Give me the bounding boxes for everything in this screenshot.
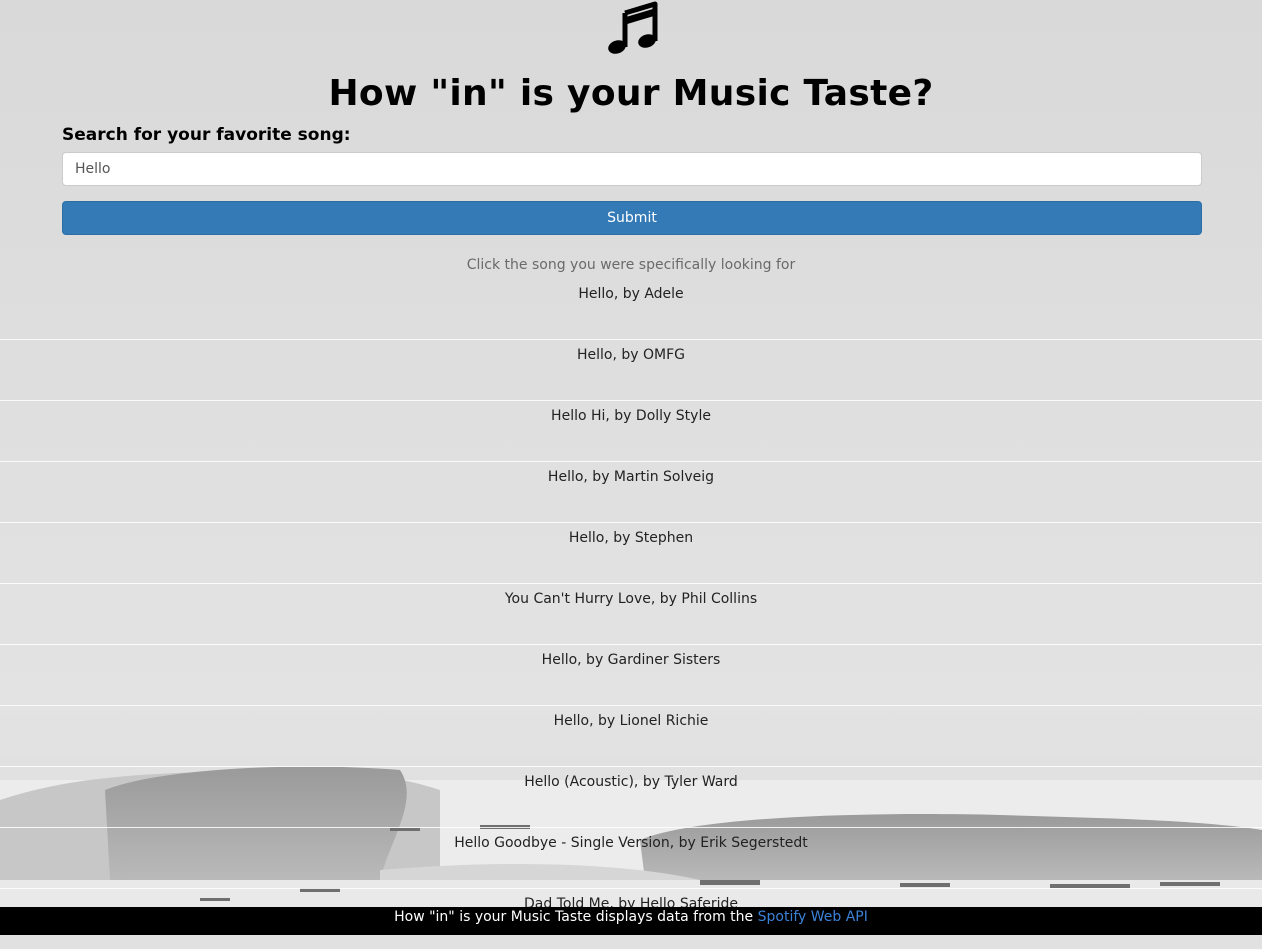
result-item-label: Hello Hi, by Dolly Style xyxy=(551,408,711,424)
result-item[interactable]: Hello (Acoustic), by Tyler Ward xyxy=(0,767,1262,828)
result-item-label: Hello, by Gardiner Sisters xyxy=(541,652,721,668)
search-input[interactable] xyxy=(62,152,1202,186)
result-item-label: Hello, by Lionel Richie xyxy=(553,713,709,729)
result-item[interactable]: Hello Goodbye - Single Version, by Erik … xyxy=(0,828,1262,889)
result-item[interactable]: Hello, by Lionel Richie xyxy=(0,706,1262,767)
result-item-label: Hello, by Adele xyxy=(578,286,684,302)
footer-text: How "in" is your Music Taste displays da… xyxy=(394,909,754,925)
results-instructions: Click the song you were specifically loo… xyxy=(466,257,796,273)
result-item-label: You Can't Hurry Love, by Phil Collins xyxy=(504,591,758,607)
result-item[interactable]: Hello, by OMFG xyxy=(0,340,1262,401)
result-item-label: Hello (Acoustic), by Tyler Ward xyxy=(524,774,738,790)
search-label: Search for your favorite song: xyxy=(62,125,351,145)
page-title: How "in" is your Music Taste? xyxy=(328,73,934,114)
main-content: How "in" is your Music Taste? Search for… xyxy=(0,0,1262,950)
result-item[interactable]: Hello, by Stephen xyxy=(0,523,1262,584)
results-list: Hello, by Adele Hello, by OMFG Hello Hi,… xyxy=(0,279,1262,950)
result-item-label: Hello, by Stephen xyxy=(568,530,694,546)
result-item[interactable]: Hello Hi, by Dolly Style xyxy=(0,401,1262,462)
result-item[interactable]: Hello, by Adele xyxy=(0,279,1262,340)
footer: How "in" is your Music Taste displays da… xyxy=(0,907,1262,935)
result-item-label: Hello Goodbye - Single Version, by Erik … xyxy=(454,835,808,851)
result-item[interactable]: Hello, by Martin Solveig xyxy=(0,462,1262,523)
music-notes-icon xyxy=(605,1,659,55)
result-item[interactable]: You Can't Hurry Love, by Phil Collins xyxy=(0,584,1262,645)
result-item-label: Hello, by OMFG xyxy=(576,347,685,363)
submit-button[interactable]: Submit xyxy=(62,201,1202,235)
spotify-api-link[interactable]: Spotify Web API xyxy=(758,909,868,925)
result-item[interactable]: Hello, by Gardiner Sisters xyxy=(0,645,1262,706)
result-item-label: Hello, by Martin Solveig xyxy=(547,469,715,485)
